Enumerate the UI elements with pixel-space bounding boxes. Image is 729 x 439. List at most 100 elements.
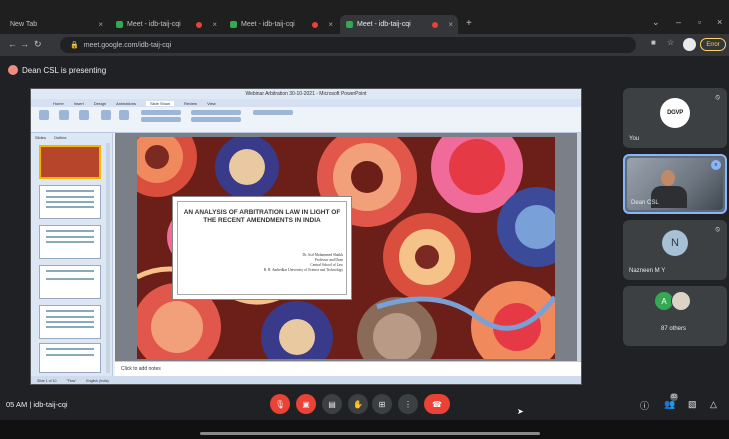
new-tab-plus-icon[interactable]: + [466, 18, 472, 29]
browser-tab-new-tab[interactable]: New Tab × [4, 15, 108, 34]
person-head [661, 170, 675, 186]
participant-logo: DGVP [660, 98, 690, 128]
close-icon[interactable]: × [98, 20, 103, 29]
meet-icon [230, 21, 237, 28]
participant-avatar: N [662, 230, 688, 256]
ribbon-button[interactable] [39, 110, 49, 120]
profile-avatar[interactable] [683, 38, 696, 51]
slide-thumbnail[interactable] [39, 145, 101, 179]
ribbon [31, 107, 581, 133]
microphone-off-button[interactable]: 🎙 [270, 394, 290, 414]
ribbon-button[interactable] [101, 110, 111, 120]
participant-tile-you[interactable]: DGVP ⦸ You [623, 88, 727, 148]
ribbon-option[interactable] [141, 110, 181, 115]
slide-scrollbar[interactable] [577, 133, 581, 361]
browser-toolbar: ← → ↻ 🔒 meet.google.com/idb-taij-cqi ■ ☆ [0, 34, 729, 56]
forward-arrow-icon[interactable]: → [20, 39, 29, 49]
present-screen-button[interactable]: ⊞ [372, 394, 392, 414]
recording-icon [312, 21, 318, 28]
current-slide: AN ANALYSIS OF ARBITRATION LAW IN LIGHT … [137, 137, 555, 359]
browser-tab-strip: New Tab × Meet - idb-taij-cqi × Meet - i… [0, 0, 729, 34]
back-arrow-icon[interactable]: ← [8, 39, 17, 49]
window-close-icon[interactable]: × [717, 17, 722, 27]
meet-icon [346, 21, 353, 28]
slides-pane-scrollbar[interactable] [106, 143, 110, 373]
close-icon[interactable]: × [448, 20, 453, 29]
participant-tile-others[interactable]: A 87 others [623, 286, 727, 346]
notes-pane[interactable]: Click to add notes [115, 361, 581, 376]
close-icon[interactable]: × [212, 20, 217, 29]
slide-thumbnail[interactable] [39, 265, 101, 299]
activities-icon[interactable]: △ [710, 399, 717, 410]
pane-tab-outline[interactable]: Outline [54, 135, 67, 140]
more-options-button[interactable]: ⋮ [398, 394, 418, 414]
mic-off-icon: ⦸ [715, 94, 720, 101]
meeting-controls-bar: 05 AM | idb-taij-cqi 🎙 ▣ ▤ ✋ ⊞ ⋮ ☎ ⓘ 👥 8… [0, 390, 729, 420]
browser-tab-meet-1[interactable]: Meet - idb-taij-cqi × [110, 15, 222, 34]
ribbon-button[interactable] [119, 110, 129, 120]
present-icon: ⊞ [378, 399, 386, 409]
meeting-info-icon[interactable]: ⓘ [640, 399, 649, 412]
powerpoint-status-bar: Slide 1 of 10 "Flow" English (India) [31, 376, 581, 384]
slide-thumbnail[interactable] [39, 343, 101, 373]
bezel-hinge [200, 432, 540, 435]
ribbon-tab[interactable]: View [207, 101, 216, 106]
ribbon-tab[interactable]: Design [94, 101, 106, 106]
camera-off-icon: ▣ [302, 399, 310, 409]
speaking-indicator-icon: ≡ [711, 160, 721, 170]
address-bar[interactable]: 🔒 meet.google.com/idb-taij-cqi [60, 37, 636, 53]
status-slide-number: Slide 1 of 10 [37, 379, 57, 383]
captions-button[interactable]: ▤ [322, 394, 342, 414]
reload-icon[interactable]: ↻ [34, 39, 42, 50]
meet-window: New Tab × Meet - idb-taij-cqi × Meet - i… [0, 0, 729, 439]
ribbon-tab-selected[interactable]: Slide Show [145, 100, 174, 106]
ribbon-tab[interactable]: Review [184, 101, 197, 106]
powerpoint-title-bar: Webinar Arbitration 30-10-2021 - Microso… [31, 89, 581, 99]
chat-icon[interactable]: ▧ [688, 399, 697, 410]
slide-thumbnail[interactable] [39, 225, 101, 259]
participant-count-badge: 83 [670, 393, 678, 401]
author-line: B. R. Ambedkar University of Science and… [263, 268, 343, 272]
ribbon-tab[interactable]: Insert [74, 101, 84, 106]
ribbon-tab[interactable]: Home [53, 101, 64, 106]
more-vertical-icon: ⋮ [404, 399, 412, 409]
ribbon-button[interactable] [79, 110, 89, 120]
ribbon-button[interactable] [59, 110, 69, 120]
leave-call-button[interactable]: ☎ [424, 394, 450, 414]
ribbon-option[interactable] [253, 110, 293, 115]
bookmark-star-icon[interactable]: ☆ [667, 38, 674, 47]
browser-tab-meet-active[interactable]: Meet - idb-taij-cqi × [340, 15, 458, 34]
tab-title: Meet - idb-taij-cqi [127, 21, 181, 28]
captions-icon: ▤ [328, 399, 336, 409]
error-indicator-button[interactable]: Error [700, 38, 726, 51]
slide-thumbnail[interactable] [39, 185, 101, 219]
participant-tile-dean-csl[interactable]: ≡ Dean CSL [623, 154, 727, 214]
phone-hangup-icon: ☎ [432, 399, 442, 409]
camera-off-button[interactable]: ▣ [296, 394, 316, 414]
others-count: 87 others [661, 326, 687, 332]
participant-tile-nazneen[interactable]: N ⦸ Nazneen M Y [623, 220, 727, 280]
ribbon-tab[interactable]: Animations [116, 101, 136, 106]
slide-thumbnail[interactable] [39, 305, 101, 339]
url-text: meet.google.com/idb-taij-cqi [83, 41, 172, 49]
tab-search-chevron-icon[interactable]: ⌄ [652, 17, 660, 28]
raise-hand-button[interactable]: ✋ [348, 394, 368, 414]
pane-tab-slides[interactable]: Slides [35, 135, 46, 140]
participant-name: Dean CSL [631, 200, 659, 206]
maximize-icon[interactable]: ▫ [698, 17, 701, 27]
presenting-text: Dean CSL is presenting [22, 65, 107, 75]
lock-icon: 🔒 [70, 42, 79, 49]
mic-off-icon: 🎙 [274, 399, 286, 409]
close-icon[interactable]: × [328, 20, 333, 29]
slides-pane-tabs: Slides Outline [31, 133, 112, 141]
minimize-icon[interactable]: – [676, 17, 681, 27]
notes-placeholder: Click to add notes [121, 366, 161, 372]
ribbon-option[interactable] [191, 110, 241, 115]
browser-tab-meet-2[interactable]: Meet - idb-taij-cqi × [224, 15, 338, 34]
participant-name: Nazneen M Y [629, 268, 666, 274]
participant-name: You [629, 136, 640, 142]
ribbon-option[interactable] [191, 117, 241, 122]
camera-permission-icon[interactable]: ■ [651, 38, 656, 47]
title-text-box[interactable]: AN ANALYSIS OF ARBITRATION LAW IN LIGHT … [172, 196, 352, 300]
ribbon-option[interactable] [141, 117, 181, 122]
